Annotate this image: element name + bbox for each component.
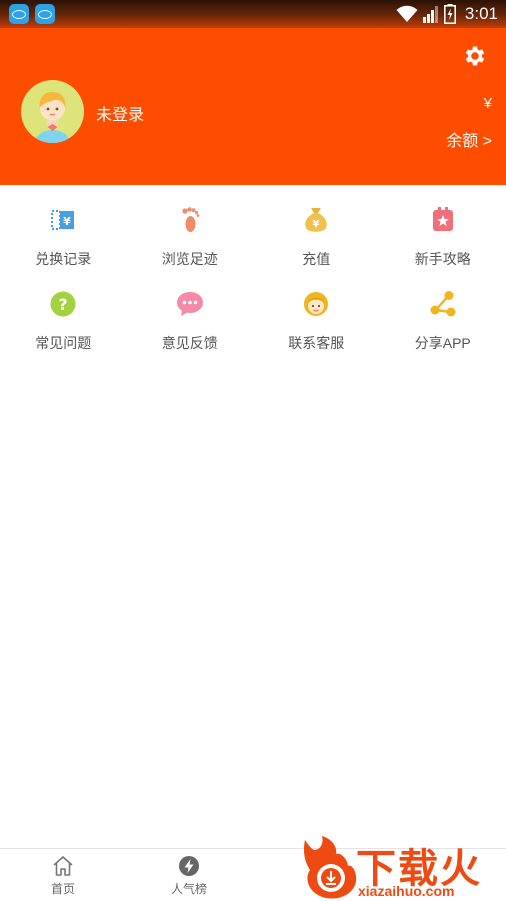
svg-text:¥: ¥ — [63, 215, 71, 228]
money-bag-icon: ¥ — [301, 205, 331, 235]
grid-label: 新手攻略 — [414, 251, 471, 267]
app-icon — [35, 4, 55, 24]
profile-header: 未登录 ¥ 余额 > — [0, 28, 506, 185]
home-icon — [53, 855, 73, 876]
grid-row: ? 常见问题 意见反馈 联系客服 分享APP — [0, 289, 506, 373]
status-bar: 3:01 — [0, 0, 506, 28]
service-icon — [301, 289, 331, 319]
grid-label: 联系客服 — [288, 335, 345, 351]
nav-label: 人气榜 — [170, 881, 207, 896]
grid-label: 意见反馈 — [161, 335, 218, 351]
recharge-button[interactable]: ¥ 充值 — [253, 205, 380, 289]
flame-logo-icon — [303, 836, 357, 899]
gear-icon[interactable] — [462, 43, 488, 69]
share-app-button[interactable]: 分享APP — [380, 289, 506, 373]
grid-row: ¥ 兑换记录 浏览足迹 ¥ 充值 新手攻略 — [0, 205, 506, 289]
question-icon: ? — [48, 289, 78, 319]
footprint-icon — [175, 205, 205, 235]
nav-label: 首页 — [50, 881, 75, 896]
guide-icon — [428, 205, 458, 235]
battery-icon — [443, 4, 456, 24]
nav-home[interactable]: 首页 — [23, 849, 103, 901]
avatar[interactable] — [21, 80, 84, 143]
share-icon — [428, 289, 458, 319]
feedback-button[interactable]: 意见反馈 — [127, 289, 254, 373]
login-status[interactable]: 未登录 — [96, 101, 144, 125]
grid-label: 常见问题 — [35, 335, 92, 351]
status-time: 3:01 — [464, 4, 498, 23]
watermark: 下载火 xiazaihuo.com — [300, 832, 506, 901]
user-avatar-icon — [35, 92, 70, 143]
status-icons: 3:01 — [396, 3, 498, 25]
grid-label: 充值 — [302, 251, 331, 267]
currency-symbol: ¥ — [483, 95, 492, 112]
watermark-subtitle: xiazaihuo.com — [358, 883, 455, 899]
nav-popular[interactable]: 人气榜 — [149, 849, 229, 901]
svg-text:¥: ¥ — [313, 219, 320, 230]
ticket-icon: ¥ — [48, 205, 78, 235]
exchange-record-button[interactable]: ¥ 兑换记录 — [0, 205, 127, 289]
app-icon — [9, 4, 29, 24]
browse-history-button[interactable]: 浏览足迹 — [127, 205, 254, 289]
faq-button[interactable]: ? 常见问题 — [0, 289, 127, 373]
signal-icon — [422, 6, 438, 23]
lightning-icon — [179, 855, 199, 876]
beginner-guide-button[interactable]: 新手攻略 — [380, 205, 506, 289]
grid-label: 浏览足迹 — [161, 251, 218, 267]
customer-service-button[interactable]: 联系客服 — [253, 289, 380, 373]
balance-link[interactable]: 余额 > — [446, 127, 492, 151]
wifi-icon — [396, 5, 418, 22]
chat-icon — [175, 289, 205, 319]
svg-text:?: ? — [59, 295, 68, 314]
grid-label: 分享APP — [414, 335, 471, 351]
function-grid: ¥ 兑换记录 浏览足迹 ¥ 充值 新手攻略 ? 常见问题 意见反馈 联系客服 分… — [0, 205, 506, 373]
grid-label: 兑换记录 — [35, 251, 92, 267]
